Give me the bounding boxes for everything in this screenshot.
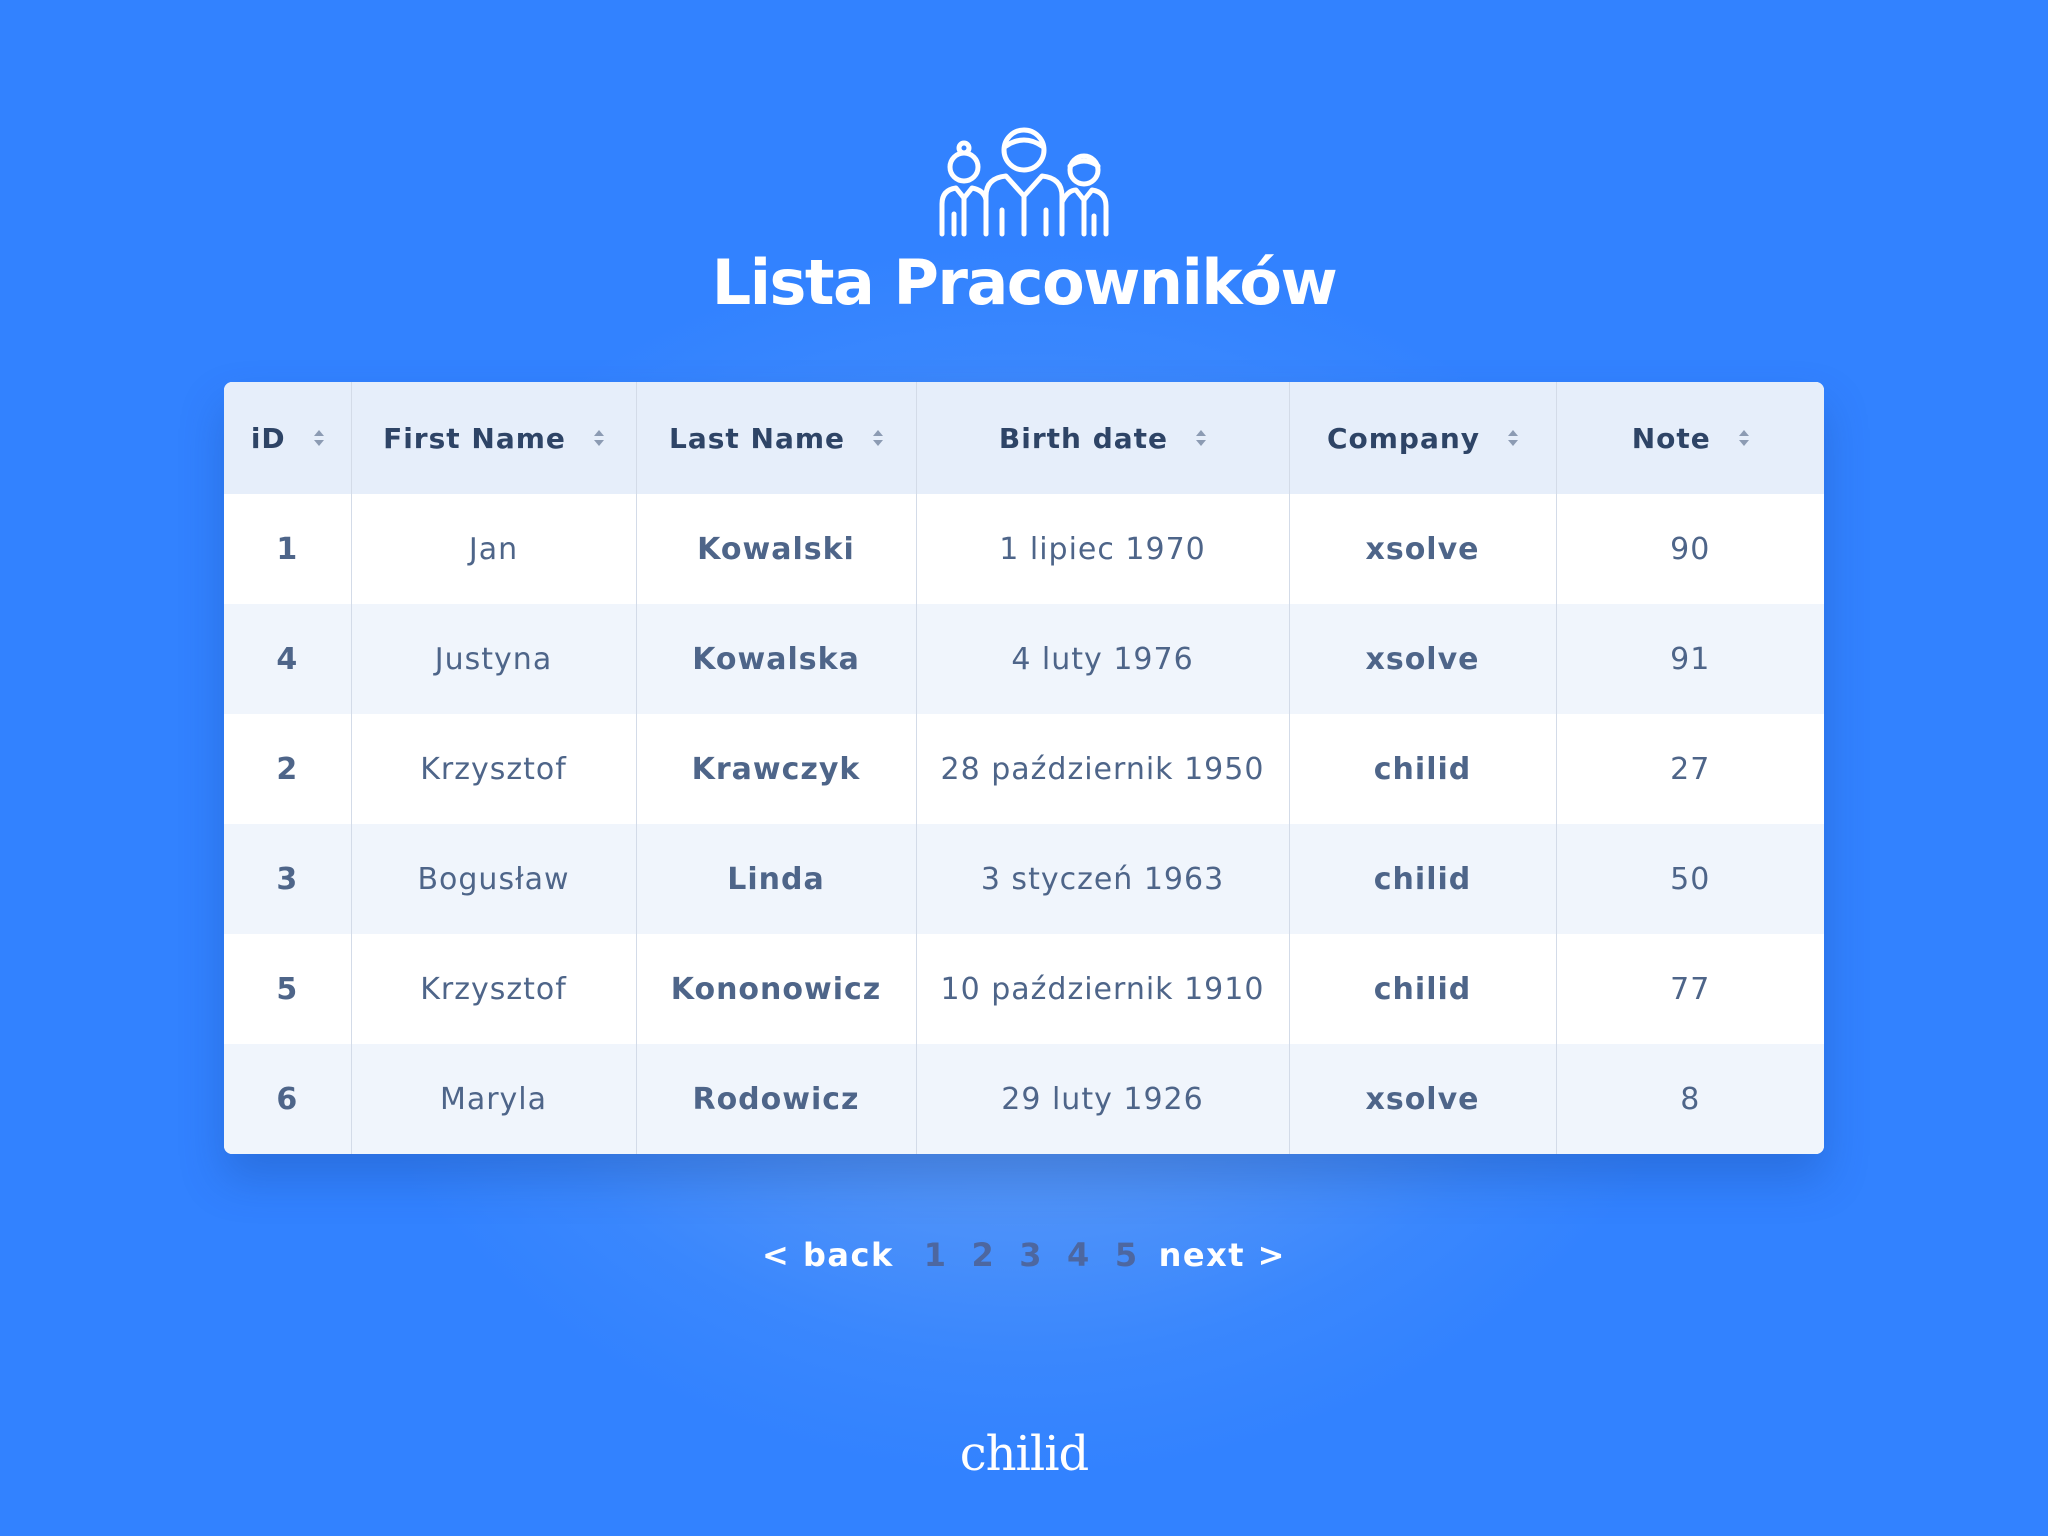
brand-logo: chilid (959, 1426, 1090, 1482)
cell-company: chilid (1288, 714, 1556, 824)
cell-birth-date: 3 styczeń 1963 (915, 824, 1289, 934)
cell-last-name: Kowalski (635, 494, 916, 604)
team-people-icon (936, 126, 1112, 238)
page-link-2[interactable]: 2 (972, 1236, 996, 1274)
cell-last-name: Kowalska (635, 604, 916, 714)
cell-company: chilid (1288, 824, 1556, 934)
cell-company: xsolve (1288, 494, 1556, 604)
cell-birth-date: 10 październik 1910 (915, 934, 1289, 1044)
cell-first-name: Maryla (350, 1044, 636, 1154)
sort-icon[interactable] (873, 430, 884, 446)
table-row[interactable]: 5 Krzysztof Kononowicz 10 październik 19… (224, 934, 1824, 1044)
table-row[interactable]: 4 Justyna Kowalska 4 luty 1976 xsolve 91 (224, 604, 1824, 714)
next-link[interactable]: next > (1159, 1236, 1286, 1274)
cell-id: 2 (276, 751, 299, 787)
employees-table: iD First Name Last Name Birth date Compa… (224, 382, 1824, 1154)
cell-last-name: Kononowicz (635, 934, 916, 1044)
cell-last-name: Linda (635, 824, 916, 934)
cell-first-name: Jan (350, 494, 636, 604)
cell-first-name: Bogusław (350, 824, 636, 934)
page-link-4[interactable]: 4 (1067, 1236, 1091, 1274)
cell-company: xsolve (1288, 604, 1556, 714)
column-header-note[interactable]: Note (1555, 382, 1824, 494)
cell-id: 3 (276, 861, 299, 897)
cell-birth-date: 28 październik 1950 (915, 714, 1289, 824)
cell-note: 91 (1555, 604, 1824, 714)
column-header-company[interactable]: Company (1288, 382, 1556, 494)
cell-first-name: Justyna (350, 604, 636, 714)
pagination: < back 1 2 3 4 5 next > (0, 1230, 2048, 1280)
sort-icon[interactable] (593, 430, 604, 446)
page-link-3[interactable]: 3 (1019, 1236, 1043, 1274)
cell-note: 8 (1555, 1044, 1824, 1154)
cell-first-name: Krzysztof (350, 934, 636, 1044)
cell-id: 6 (276, 1081, 299, 1117)
page-link-1[interactable]: 1 (924, 1236, 948, 1274)
table-row[interactable]: 6 Maryla Rodowicz 29 luty 1926 xsolve 8 (224, 1044, 1824, 1154)
table-row[interactable]: 1 Jan Kowalski 1 lipiec 1970 xsolve 90 (224, 494, 1824, 604)
cell-last-name: Krawczyk (635, 714, 916, 824)
cell-id: 5 (276, 971, 299, 1007)
cell-birth-date: 29 luty 1926 (915, 1044, 1289, 1154)
cell-last-name: Rodowicz (635, 1044, 916, 1154)
column-header-last-name[interactable]: Last Name (635, 382, 916, 494)
column-header-first-name[interactable]: First Name (350, 382, 636, 494)
table-header-row: iD First Name Last Name Birth date Compa… (224, 382, 1824, 494)
page-title: Lista Pracowników (711, 246, 1338, 319)
sort-icon[interactable] (1508, 430, 1519, 446)
cell-note: 27 (1555, 714, 1824, 824)
sort-icon[interactable] (1738, 430, 1749, 446)
page-link-5[interactable]: 5 (1115, 1236, 1139, 1274)
table-row[interactable]: 3 Bogusław Linda 3 styczeń 1963 chilid 5… (224, 824, 1824, 934)
cell-company: xsolve (1288, 1044, 1556, 1154)
cell-note: 90 (1555, 494, 1824, 604)
cell-first-name: Krzysztof (350, 714, 636, 824)
cell-id: 1 (276, 531, 299, 567)
cell-note: 77 (1555, 934, 1824, 1044)
sort-icon[interactable] (313, 430, 324, 446)
cell-birth-date: 1 lipiec 1970 (915, 494, 1289, 604)
column-header-id[interactable]: iD (224, 382, 351, 494)
sort-icon[interactable] (1196, 430, 1207, 446)
cell-note: 50 (1555, 824, 1824, 934)
back-link[interactable]: < back (762, 1236, 894, 1274)
cell-id: 4 (276, 641, 299, 677)
cell-birth-date: 4 luty 1976 (915, 604, 1289, 714)
table-row[interactable]: 2 Krzysztof Krawczyk 28 październik 1950… (224, 714, 1824, 824)
column-header-birth-date[interactable]: Birth date (915, 382, 1289, 494)
cell-company: chilid (1288, 934, 1556, 1044)
